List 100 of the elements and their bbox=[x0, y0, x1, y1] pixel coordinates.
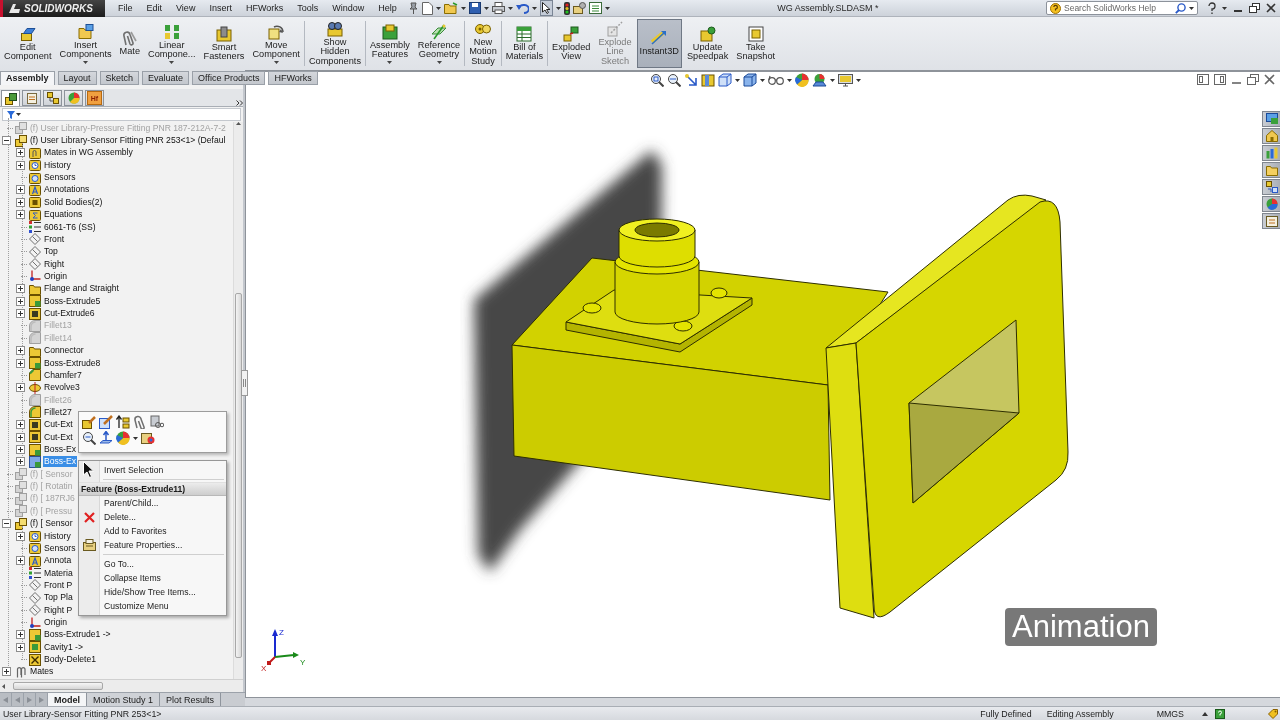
plus-box-icon[interactable] bbox=[16, 185, 25, 195]
plus-box-icon[interactable] bbox=[16, 420, 25, 430]
menu-bar-item[interactable]: Insert bbox=[202, 3, 239, 13]
tree-item-label[interactable]: Mates bbox=[29, 666, 55, 678]
vertical-scrollbar[interactable] bbox=[233, 122, 243, 679]
caret-icon[interactable] bbox=[387, 60, 393, 64]
paperclip-icon[interactable] bbox=[133, 415, 147, 429]
command-tab[interactable]: Layout bbox=[57, 71, 97, 85]
panel-tab[interactable] bbox=[1, 90, 20, 106]
ribbon-button[interactable]: Edit Component bbox=[1, 19, 55, 68]
command-tab[interactable]: Sketch bbox=[99, 71, 140, 85]
caret-icon[interactable] bbox=[1189, 6, 1194, 10]
tree-item-label[interactable]: Top Pla bbox=[43, 592, 74, 604]
tile-right-icon[interactable] bbox=[1214, 74, 1226, 85]
caret-icon[interactable] bbox=[760, 78, 765, 82]
tile-left-icon[interactable] bbox=[1197, 74, 1209, 85]
plus-box-icon[interactable] bbox=[16, 296, 25, 306]
ribbon-button[interactable]: Update Speedpak bbox=[683, 19, 732, 68]
menu-bar-item[interactable]: Tools bbox=[290, 3, 326, 13]
undo-arrow-icon[interactable] bbox=[515, 2, 529, 14]
menu-item[interactable]: Parent/Child... bbox=[79, 496, 226, 510]
tree-item-label[interactable]: Materia bbox=[43, 567, 74, 579]
menu-item[interactable]: Collapse Items bbox=[79, 571, 226, 585]
plus-box-icon[interactable] bbox=[16, 531, 25, 541]
zoom-area-icon[interactable] bbox=[667, 73, 681, 87]
section-view-icon[interactable] bbox=[701, 73, 715, 87]
caret-icon[interactable] bbox=[1222, 6, 1227, 10]
glasses-box-icon[interactable] bbox=[150, 415, 164, 429]
plus-box-icon[interactable] bbox=[16, 642, 25, 652]
tree-item-label[interactable]: Connector bbox=[43, 345, 85, 357]
tree-item-label[interactable]: Cut-Extrude6 bbox=[43, 308, 96, 320]
tree-item-label[interactable]: Solid Bodies(2) bbox=[43, 196, 104, 208]
ribbon-button[interactable]: Take Snapshot bbox=[733, 19, 779, 68]
ball-on-stand-icon[interactable] bbox=[812, 73, 827, 87]
menu-bar-item[interactable]: Edit bbox=[139, 3, 170, 13]
scrollbar-thumb[interactable] bbox=[13, 682, 103, 690]
menu-bar-item[interactable]: Help bbox=[371, 3, 404, 13]
caret-icon[interactable] bbox=[531, 6, 537, 10]
tree-item-label[interactable]: Sensors bbox=[43, 542, 77, 554]
caret-icon[interactable] bbox=[133, 436, 138, 440]
restore-icon[interactable] bbox=[1249, 3, 1260, 13]
caret-icon[interactable] bbox=[604, 6, 610, 10]
caret-icon[interactable] bbox=[169, 60, 175, 64]
ribbon-button[interactable]: Insert Components bbox=[56, 19, 115, 68]
pushpin-icon[interactable] bbox=[407, 2, 419, 14]
plus-box-icon[interactable] bbox=[16, 445, 25, 454]
box-pencil-icon[interactable] bbox=[82, 415, 96, 429]
bottom-tab[interactable]: Motion Study 1 bbox=[87, 693, 161, 706]
zoom-to-fit-icon[interactable] bbox=[650, 73, 664, 87]
task-pane-tab[interactable] bbox=[1262, 162, 1280, 178]
ribbon-button[interactable]: Exploded View bbox=[549, 19, 594, 68]
filter-field[interactable] bbox=[2, 108, 241, 121]
tree-item-label[interactable]: Front P bbox=[43, 579, 74, 591]
tag-icon[interactable] bbox=[1268, 708, 1278, 719]
search-field[interactable]: Search SolidWorks Help bbox=[1046, 1, 1198, 15]
up-arrow-plane-icon[interactable] bbox=[99, 431, 113, 445]
plus-box-icon[interactable] bbox=[16, 457, 25, 467]
ribbon-button[interactable]: New Motion Study bbox=[466, 19, 500, 68]
task-pane-tab[interactable] bbox=[1262, 128, 1280, 144]
view-cube-icon[interactable] bbox=[718, 73, 732, 87]
select-button[interactable] bbox=[539, 0, 553, 16]
monitor-icon[interactable] bbox=[838, 73, 853, 87]
tree-item-label[interactable]: Origin bbox=[43, 271, 68, 282]
tree-item-label[interactable]: (f) [ Sensor bbox=[29, 518, 74, 530]
menu-bar-item[interactable]: Window bbox=[325, 3, 372, 13]
bottom-tab[interactable]: Plot Results bbox=[160, 693, 222, 706]
color-ball-icon[interactable] bbox=[795, 73, 809, 87]
menu-item[interactable]: Customize Menu bbox=[79, 599, 226, 613]
menu-item[interactable]: Feature Properties... bbox=[79, 538, 226, 552]
tree-item-label[interactable]: Annotations bbox=[43, 184, 91, 196]
tree-item-label[interactable]: Flange and Straight bbox=[43, 283, 120, 295]
arrow-blocks-icon[interactable] bbox=[116, 415, 130, 429]
menu-item[interactable]: Hide/Show Tree Items... bbox=[79, 585, 226, 599]
command-tab[interactable]: Evaluate bbox=[142, 71, 190, 85]
tree-item-label[interactable]: Equations bbox=[43, 209, 84, 221]
caret-icon[interactable] bbox=[787, 78, 792, 82]
tree-item-label[interactable]: Right bbox=[43, 258, 66, 270]
tree-item-label[interactable]: Front bbox=[43, 233, 66, 245]
tree-item-label[interactable]: Fillet27 bbox=[43, 406, 73, 418]
ribbon-button[interactable]: Mate bbox=[116, 19, 144, 68]
command-tab[interactable]: Office Products bbox=[192, 71, 266, 85]
ribbon-button[interactable]: Bill of Materials bbox=[502, 19, 547, 68]
menu-bar-item[interactable]: View bbox=[169, 3, 203, 13]
ribbon-button[interactable]: Assembly Features bbox=[367, 19, 413, 68]
ribbon-button[interactable]: Show Hidden Components bbox=[305, 19, 364, 68]
plus-box-icon[interactable] bbox=[16, 148, 25, 158]
tree-item-label[interactable]: Cut-Ext bbox=[43, 419, 74, 431]
plus-box-icon[interactable] bbox=[16, 346, 25, 356]
caret-icon[interactable] bbox=[555, 6, 561, 10]
plus-box-icon[interactable] bbox=[16, 284, 25, 294]
tree-item-label[interactable]: Boss-Extrude5 bbox=[43, 295, 102, 307]
menu-item[interactable]: Add to Favorites bbox=[79, 524, 226, 538]
double-chevron-icon[interactable] bbox=[236, 100, 243, 106]
ribbon-button[interactable]: Reference Geometry bbox=[414, 19, 464, 68]
tree-item-label[interactable]: Chamfer7 bbox=[43, 369, 83, 381]
task-pane-tab[interactable] bbox=[1262, 111, 1280, 127]
arrow-dot-icon[interactable] bbox=[684, 73, 698, 87]
caret-icon[interactable] bbox=[435, 6, 441, 10]
tree-item-label[interactable]: Sensors bbox=[43, 172, 77, 184]
tree-item-label[interactable]: Body-Delete1 bbox=[43, 654, 98, 666]
